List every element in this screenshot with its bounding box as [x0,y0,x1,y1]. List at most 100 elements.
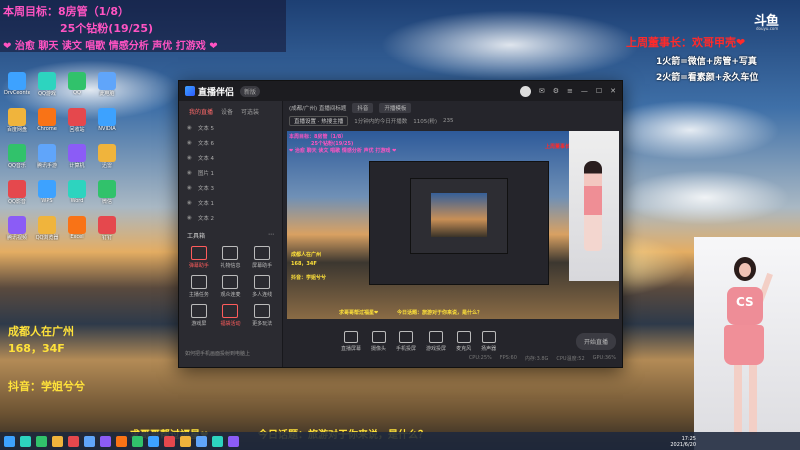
desktop-icon[interactable]: NVIDIA [94,108,120,132]
minimize-icon[interactable]: — [581,87,588,95]
settings-icon[interactable]: ⚙ [553,87,559,95]
app-icon[interactable] [180,435,191,447]
browser-icon[interactable] [36,435,47,447]
desktop-icon-label: QQ [73,90,81,96]
taskbar-clock[interactable]: 17:25 2021/6/20 [670,436,696,448]
app-icon[interactable] [212,435,223,447]
desktop-icon[interactable]: 迅雷 [94,144,120,169]
desktop-icon[interactable]: Excel [64,216,90,240]
tool-item[interactable]: 多人连线 [246,275,278,298]
streamer-skirt [724,325,764,365]
scene-title[interactable]: (成都/广州) 直播间标题 [289,104,346,112]
menu-icon[interactable]: ≡ [567,87,573,95]
close-icon[interactable]: ✕ [610,87,616,95]
eye-icon[interactable]: ◉ [187,125,192,131]
tab-my-live[interactable]: 我的直播 [189,107,213,116]
search-icon[interactable] [20,435,31,447]
control-label: 手机投屏 [396,345,417,352]
app-icon [8,216,26,234]
tab-device[interactable]: 设备 [221,107,233,116]
video-icon[interactable] [116,435,127,447]
tool-item[interactable]: 观众连麦 [215,275,247,298]
live-companion-window[interactable]: 直播伴侣 新版 ✉ ⚙ ≡ — ☐ ✕ 我的直播 设备 可选装 ◉ 文本 5 ◉ 文本… [178,80,623,368]
desktop-icon[interactable]: 微信 [94,180,120,205]
tool-label: 多人连线 [252,292,273,298]
more-dots-icon[interactable]: ⋯ [268,231,274,240]
desktop-icon[interactable]: Word [64,180,90,204]
control-item[interactable]: 直播屏幕 [341,330,361,352]
control-item[interactable]: 摄像头 [371,330,386,352]
tab-optional[interactable]: 可选装 [241,107,259,116]
desktop-icon[interactable]: QQ音乐 [4,144,30,169]
source-item[interactable]: ◉ 图片 1 [179,165,282,180]
control-label: 麦克风 [456,345,472,352]
desktop-icon[interactable]: QQ [64,72,90,96]
source-item[interactable]: ◉ 文本 5 [179,120,282,135]
desktop-icon[interactable]: QQ游戏 [34,72,60,97]
platform-pill[interactable]: 抖音 [352,103,374,113]
tool-item[interactable]: 福袋活动 [215,304,247,327]
tool-item[interactable]: 屏幕助手 [246,246,278,269]
wechat-icon[interactable] [84,435,95,447]
desktop-icon[interactable]: 百度网盘 [4,108,30,133]
source-item[interactable]: ◉ 文本 6 [179,135,282,150]
eye-icon[interactable]: ◉ [187,140,192,146]
cast-help-link[interactable]: 如何把手机画面投射到电脑上 [185,350,250,357]
eye-icon[interactable]: ◉ [187,215,192,221]
desktop-icon[interactable]: 腾讯手游 [34,144,60,169]
source-label: 文本 5 [197,125,215,132]
eye-icon[interactable]: ◉ [187,170,192,176]
desktop-icon[interactable]: 钉钉 [94,216,120,241]
desktop-icon[interactable]: QQ影音 [4,180,30,205]
music-icon[interactable] [100,435,111,447]
tool-item[interactable]: 游戏屏 [183,304,215,327]
maximize-icon[interactable]: ☐ [596,87,602,95]
desktop-icon[interactable]: 腾讯视频 [4,216,30,241]
tool-item[interactable]: 更多玩法 [246,304,278,327]
app-icon[interactable] [196,435,207,447]
template-pill[interactable]: 开播模板 [379,103,412,113]
start-icon[interactable] [4,435,15,447]
source-item[interactable]: ◉ 文本 3 [179,180,282,195]
mail-icon[interactable]: ✉ [539,87,545,95]
start-live-button[interactable]: 开始直播 [575,332,616,350]
tool-item[interactable]: 主播任务 [183,275,215,298]
tool-item[interactable]: 礼物信息 [215,246,247,269]
desktop-icon[interactable]: 回收站 [64,108,90,133]
status-item: 内存:3.8G [524,356,549,362]
status-item: FPS:60 [499,355,517,361]
mail-icon[interactable] [148,435,159,447]
control-item[interactable]: 扬声器 [481,330,496,352]
game-icon[interactable] [132,435,143,447]
phone-cast-icon [399,330,414,343]
desktop-icon[interactable]: DrvCeonter [4,72,30,96]
desktop-icon[interactable]: Chrome [34,108,60,132]
nested-window [369,161,549,285]
eye-icon[interactable]: ◉ [187,185,192,191]
status-item: GPU:36% [592,355,616,361]
source-item[interactable]: ◉ 文本 2 [179,210,282,225]
tool-item[interactable]: 弹幕助手 [183,246,215,269]
app-icon[interactable] [164,435,175,447]
desktop-icon[interactable]: QQ浏览器 [34,216,60,241]
eye-icon[interactable]: ◉ [187,200,192,206]
stream-preview[interactable]: 本周目标：8房管（1/8） 25个钻粉(19/25) ❤ 治愈 聊天 读文 唱歌… [287,131,619,319]
task-icon [190,275,207,289]
version-badge[interactable]: 新版 [240,85,261,97]
desktop-icon[interactable]: WPS [34,180,60,204]
user-avatar[interactable] [519,85,531,97]
source-item[interactable]: ◉ 文本 1 [179,195,282,210]
desktop-icon[interactable]: 此电脑 [94,72,120,97]
desktop-icon[interactable]: 计算机 [64,144,90,169]
folder-icon[interactable] [52,435,63,447]
eye-icon[interactable]: ◉ [187,155,192,161]
qq-icon[interactable] [68,435,79,447]
source-item[interactable]: ◉ 文本 4 [179,150,282,165]
control-item[interactable]: 游戏投屏 [426,330,446,352]
live-settings[interactable]: 直播设置 · 热搜主播 [289,116,349,126]
app-icon[interactable] [228,435,239,447]
app-icon [98,72,116,90]
title-bar[interactable]: 直播伴侣 新版 ✉ ⚙ ≡ — ☐ ✕ [179,81,622,101]
control-item[interactable]: 麦克风 [456,330,472,352]
control-item[interactable]: 手机投屏 [396,330,417,352]
